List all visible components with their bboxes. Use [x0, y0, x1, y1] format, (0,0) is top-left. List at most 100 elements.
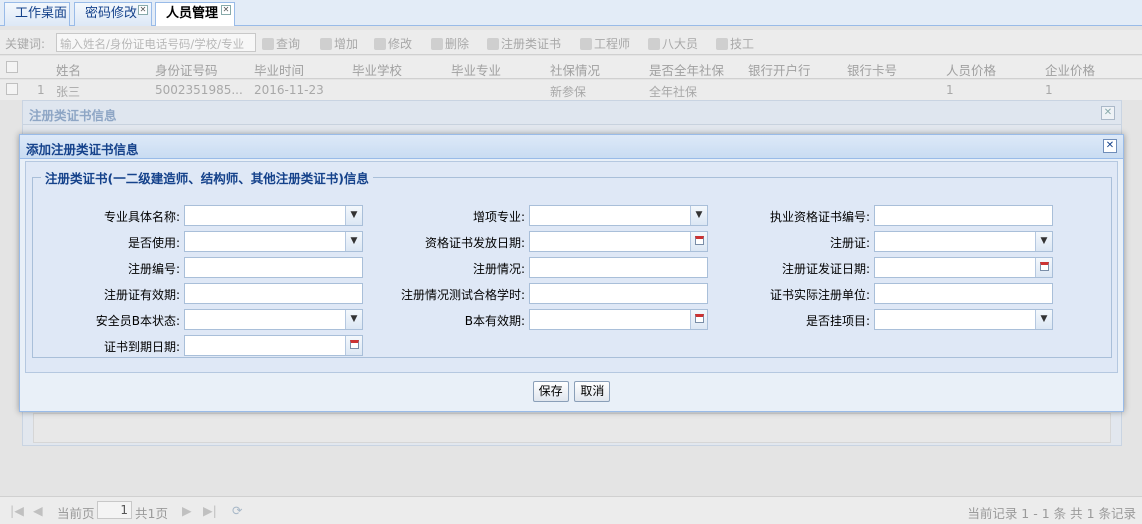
- grid-header: 姓名 身份证号码 毕业时间 毕业学校 毕业专业 社保情况 是否全年社保 银行开户…: [0, 56, 1142, 79]
- close-icon[interactable]: ✕: [138, 5, 148, 15]
- added-specialty-select[interactable]: ▼: [529, 205, 708, 226]
- prev-page-icon[interactable]: ◀: [33, 503, 43, 518]
- tab-bar: 工作桌面 密码修改 ✕ 人员管理 ✕: [0, 0, 1142, 27]
- people-icon: [487, 38, 499, 50]
- registered-cert-button[interactable]: 注册类证书: [487, 35, 561, 52]
- close-icon[interactable]: ✕: [1103, 139, 1117, 153]
- column-header[interactable]: 身份证号码: [155, 60, 218, 79]
- reg-cert-validity-field[interactable]: [184, 283, 363, 304]
- delete-icon: [431, 38, 443, 50]
- edit-button[interactable]: 修改: [374, 35, 412, 52]
- cert-fieldset: 注册类证书(一二级建造师、结构师、其他注册类证书)信息 专业具体名称: ▼ 增项专业…: [32, 168, 1112, 358]
- query-button[interactable]: 查询: [262, 35, 300, 52]
- technician-button[interactable]: 技工: [716, 35, 754, 52]
- keyword-label: 关键词:: [5, 37, 46, 51]
- last-page-icon[interactable]: ▶|: [203, 503, 217, 518]
- window-content: [33, 413, 1111, 443]
- reg-test-hours-field[interactable]: [529, 283, 708, 304]
- toolbar: 关键词: 输入姓名/身份证电话号码/学校/专业 查询 增加 修改 删除 注册类证…: [0, 30, 1142, 55]
- in-use-select[interactable]: ▼: [184, 231, 363, 252]
- column-header[interactable]: 社保情况: [550, 60, 600, 79]
- tab-personnel-management[interactable]: 人员管理 ✕: [155, 2, 235, 27]
- save-button[interactable]: 保存: [532, 381, 569, 402]
- registration-number-field[interactable]: [184, 257, 363, 278]
- table-cell: 2016-11-23: [254, 83, 324, 97]
- safety-b-status-select[interactable]: ▼: [184, 309, 363, 330]
- column-header[interactable]: 毕业学校: [352, 60, 402, 79]
- project-attached-label: 是否挂项目:: [805, 314, 870, 328]
- pagination-bar: |◀ ◀ 当前页 1 共1页 ▶ ▶| ⟳ 当前记录 1 - 1 条 共 1 条…: [0, 496, 1142, 524]
- dialog-title-bar: 添加注册类证书信息 ✕: [20, 135, 1123, 159]
- table-cell: 张三: [56, 85, 81, 99]
- registration-cert-select[interactable]: ▼: [874, 231, 1053, 252]
- people-icon: [580, 38, 592, 50]
- cancel-button[interactable]: 取消: [574, 381, 611, 402]
- add-button[interactable]: 增加: [320, 35, 358, 52]
- qualification-cert-number-label: 执业资格证书编号:: [769, 210, 870, 224]
- eight-members-button[interactable]: 八大员: [648, 35, 698, 52]
- b-validity-date-field[interactable]: [529, 309, 708, 330]
- column-header[interactable]: 银行开户行: [748, 60, 811, 79]
- reg-cert-issue-date-date-field[interactable]: [874, 257, 1053, 278]
- registration-status-field[interactable]: [529, 257, 708, 278]
- project-attached-select[interactable]: ▼: [874, 309, 1053, 330]
- table-cell: 全年社保: [649, 85, 698, 99]
- record-summary: 当前记录 1 - 1 条 共 1 条记录: [967, 506, 1136, 521]
- people-icon: [716, 38, 728, 50]
- table-row[interactable]: 1 张三 5002351985... 2016-11-23 新参保 全年社保 1…: [0, 80, 1142, 100]
- column-header[interactable]: 毕业时间: [254, 60, 304, 79]
- page-number-input[interactable]: 1: [97, 501, 132, 519]
- column-header[interactable]: 人员价格: [946, 60, 996, 79]
- chevron-down-icon[interactable]: ▼: [1035, 310, 1052, 329]
- actual-reg-unit-label: 证书实际注册单位:: [769, 288, 870, 302]
- next-page-icon[interactable]: ▶: [182, 503, 192, 518]
- specialty-name-select[interactable]: ▼: [184, 205, 363, 226]
- window-title: 注册类证书信息: [23, 101, 1121, 125]
- dialog-title: 添加注册类证书信息: [26, 142, 139, 157]
- table-cell: 5002351985...: [155, 83, 243, 97]
- dialog-body: 注册类证书(一二级建造师、结构师、其他注册类证书)信息 专业具体名称: ▼ 增项专业…: [25, 161, 1118, 373]
- row-checkbox[interactable]: [6, 83, 18, 95]
- column-header[interactable]: 银行卡号: [847, 60, 897, 79]
- cert-expiry-date-label: 证书到期日期:: [103, 340, 180, 354]
- delete-button[interactable]: 删除: [431, 35, 469, 52]
- column-header[interactable]: 毕业专业: [451, 60, 501, 79]
- column-header[interactable]: 姓名: [56, 60, 81, 79]
- edit-icon: [374, 38, 386, 50]
- cert-issue-date-date-field[interactable]: [529, 231, 708, 252]
- specialty-name-label: 专业具体名称:: [103, 210, 180, 224]
- b-validity-label: B本有效期:: [464, 314, 525, 328]
- close-icon[interactable]: ✕: [1101, 106, 1115, 120]
- calendar-icon[interactable]: [1035, 258, 1052, 277]
- tab-password-change[interactable]: 密码修改 ✕: [74, 2, 152, 26]
- people-icon: [648, 38, 660, 50]
- table-cell: 新参保: [550, 85, 587, 99]
- column-header[interactable]: 是否全年社保: [649, 60, 724, 79]
- actual-reg-unit-field[interactable]: [874, 283, 1053, 304]
- dialog-buttons: 保存 取消: [20, 381, 1123, 402]
- reg-cert-issue-date-label: 注册证发证日期:: [781, 262, 870, 276]
- registration-number-label: 注册编号:: [127, 262, 180, 276]
- search-input[interactable]: 输入姓名/身份证电话号码/学校/专业: [56, 33, 256, 52]
- tab-workspace[interactable]: 工作桌面: [4, 2, 70, 26]
- close-icon[interactable]: ✕: [221, 5, 231, 15]
- qualification-cert-number-field[interactable]: [874, 205, 1053, 226]
- safety-b-status-label: 安全员B本状态:: [95, 314, 180, 328]
- cert-expiry-date-date-field[interactable]: [184, 335, 363, 356]
- chevron-down-icon[interactable]: ▼: [1035, 232, 1052, 251]
- reg-cert-validity-label: 注册证有效期:: [103, 288, 180, 302]
- column-header[interactable]: 企业价格: [1045, 60, 1095, 79]
- first-page-icon[interactable]: |◀: [10, 503, 24, 518]
- registration-status-label: 注册情况:: [472, 262, 525, 276]
- row-index: 1: [37, 83, 45, 97]
- plus-icon: [320, 38, 332, 50]
- calendar-icon[interactable]: [345, 336, 362, 355]
- table-cell: 1: [1045, 83, 1053, 97]
- select-all-checkbox[interactable]: [6, 61, 18, 73]
- tab-label: 人员管理: [166, 6, 219, 21]
- in-use-label: 是否使用:: [127, 236, 180, 250]
- engineer-button[interactable]: 工程师: [580, 35, 630, 52]
- fieldset-legend: 注册类证书(一二级建造师、结构师、其他注册类证书)信息: [45, 171, 369, 186]
- table-cell: 1: [946, 83, 954, 97]
- refresh-icon[interactable]: ⟳: [232, 503, 242, 518]
